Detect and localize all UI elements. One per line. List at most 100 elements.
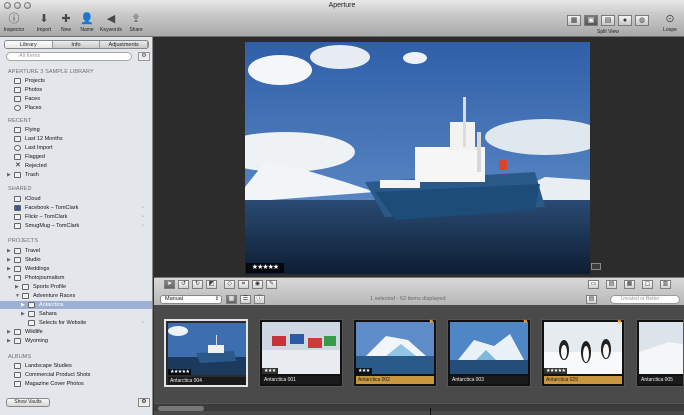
- share-button[interactable]: ⇪ Share: [124, 13, 148, 33]
- sidebar-item-antarctica[interactable]: ▶ Antarctica: [0, 301, 152, 309]
- thumbnail-caption: Antarctica 005: [639, 376, 683, 384]
- full-screen-button[interactable]: ▢: [642, 280, 653, 289]
- filmstrip-scrollbar[interactable]: [154, 403, 684, 411]
- sidebar-item-flying[interactable]: Flying: [0, 126, 152, 134]
- keywords-button[interactable]: ◀ Keywords: [99, 13, 123, 33]
- sidebar-item-projects[interactable]: Projects: [0, 77, 152, 85]
- disclosure-triangle-icon[interactable]: ▶: [15, 283, 19, 291]
- sidebar-item-last-import[interactable]: Last Import: [0, 144, 152, 152]
- disclosure-triangle-icon[interactable]: ▼: [15, 292, 20, 300]
- sidebar-item-magazine-cover-photos[interactable]: Magazine Cover Photos: [0, 380, 152, 388]
- rating-filter-field[interactable]: Unrated or Better: [610, 295, 680, 304]
- action-menu-button[interactable]: ⚙: [138, 52, 150, 61]
- minimize-window-button[interactable]: [14, 2, 21, 9]
- sidebar-item-photojournalism[interactable]: ▼ Photojournalism: [0, 274, 152, 282]
- sidebar-item-places[interactable]: Places: [0, 104, 152, 112]
- sidebar-item-travel[interactable]: ▶ Travel: [0, 247, 152, 255]
- name-button[interactable]: 👤 Name: [75, 13, 99, 33]
- filmstrip-option-button[interactable]: ▤: [606, 280, 617, 289]
- penguins-thumbnail: [544, 322, 622, 374]
- inspector-button[interactable]: ⓘ Inspector: [2, 13, 26, 33]
- viewer-option-button[interactable]: ▭: [588, 280, 599, 289]
- disclosure-triangle-icon[interactable]: ▶: [7, 265, 11, 273]
- viewer-mode-button[interactable]: [591, 263, 601, 270]
- browser-view-button[interactable]: ▥: [660, 280, 671, 289]
- main-photo[interactable]: [245, 42, 590, 274]
- zoom-window-button[interactable]: [24, 2, 31, 9]
- list-layout-button[interactable]: ☰: [240, 295, 251, 304]
- sidebar-item-icloud[interactable]: iCloud: [0, 195, 152, 203]
- brush-tool-button[interactable]: ✎: [266, 280, 277, 289]
- split-view-button[interactable]: ▣: [584, 15, 598, 26]
- filmstrip-item[interactable]: ★★★ ⚑ Antarctica 002: [353, 319, 437, 387]
- disclosure-triangle-icon[interactable]: ▼: [7, 274, 12, 282]
- tab-library[interactable]: Library: [5, 41, 53, 48]
- rotate-right-button[interactable]: ↻: [192, 280, 203, 289]
- sidebar-item-faces[interactable]: Faces: [0, 95, 152, 103]
- sidebar-item-sports-profile[interactable]: ▶ Sports Profile: [0, 283, 152, 291]
- clock-icon: [14, 145, 21, 151]
- close-window-button[interactable]: [4, 2, 11, 9]
- sidebar-item-label: Flying: [25, 127, 40, 133]
- loupe-button[interactable]: ⊙ Loupe: [658, 13, 682, 33]
- sidebar-item-adventure-races[interactable]: ▼ Adventure Races: [0, 292, 152, 300]
- sidebar-item-rejected[interactable]: ✕ Rejected: [0, 162, 152, 170]
- compare-button[interactable]: ▦: [624, 280, 635, 289]
- sidebar-item-label: Magazine Cover Photos: [25, 381, 84, 387]
- disclosure-triangle-icon[interactable]: ▶: [21, 301, 25, 309]
- rotate-right-icon: ↻: [194, 281, 201, 287]
- grid-layout-button[interactable]: ▦: [226, 295, 237, 304]
- filmstrip-item[interactable]: ★★★ Antarctica 001: [259, 319, 343, 387]
- info-icon: ⓘ: [256, 296, 263, 302]
- aperture-window: Aperture ⓘ Inspector ⬇ Import ✚ New 👤 Name ◀…: [0, 0, 684, 415]
- disclosure-triangle-icon[interactable]: ▶: [7, 328, 11, 336]
- show-info-button[interactable]: ⓘ: [254, 295, 265, 304]
- sidebar-item-wildlife[interactable]: ▶ Wildlife: [0, 328, 152, 336]
- faces-button[interactable]: ●: [618, 15, 632, 26]
- pointer-tool-button[interactable]: ➤: [164, 280, 175, 289]
- sidebar-item-studio[interactable]: ▶ Studio: [0, 256, 152, 264]
- redeye-tool-button[interactable]: ◉: [252, 280, 263, 289]
- sidebar-item-wyoming[interactable]: ▶ Wyoming: [0, 337, 152, 345]
- viewer-button[interactable]: ▤: [601, 15, 615, 26]
- disclosure-triangle-icon[interactable]: ▶: [7, 171, 11, 179]
- import-button[interactable]: ⬇ Import: [32, 13, 56, 33]
- sidebar-action-button[interactable]: ⚙: [138, 398, 150, 407]
- sidebar-item-flagged[interactable]: Flagged: [0, 153, 152, 161]
- disclosure-triangle-icon[interactable]: ▶: [21, 310, 25, 318]
- straighten-tool-button[interactable]: ◇: [224, 280, 235, 289]
- disclosure-triangle-icon[interactable]: ▶: [7, 247, 11, 255]
- places-button[interactable]: ◍: [635, 15, 649, 26]
- lift-tool-button[interactable]: ◩: [206, 280, 217, 289]
- sidebar-item-weddings[interactable]: ▶ Weddings: [0, 265, 152, 273]
- sidebar-item-facebook[interactable]: Facebook – TomClark ◔: [0, 204, 152, 212]
- crop-tool-button[interactable]: ⌗: [238, 280, 249, 289]
- filter-hud-button[interactable]: ▤: [586, 295, 597, 304]
- sidebar-item-sahara[interactable]: ▶ Sahara: [0, 310, 152, 318]
- disclosure-triangle-icon[interactable]: ▶: [7, 256, 11, 264]
- filmstrip-item[interactable]: Antarctica 005: [636, 319, 684, 387]
- smart-album-icon: [14, 127, 21, 133]
- sort-menu[interactable]: Manual ⇕: [160, 295, 222, 304]
- sidebar-item-last-12-months[interactable]: Last 12 Months: [0, 135, 152, 143]
- filmstrip-item[interactable]: ★★★★★ ⚑ Antarctica 029: [541, 319, 625, 387]
- tab-info[interactable]: Info: [52, 41, 101, 48]
- disclosure-triangle-icon[interactable]: ▶: [7, 337, 11, 345]
- sidebar-item-selects-for-website[interactable]: Selects for Website ◔: [0, 319, 152, 327]
- scrollbar-thumb[interactable]: [158, 406, 204, 411]
- tab-adjustments[interactable]: Adjustments: [100, 41, 148, 48]
- show-vaults-button[interactable]: Show Vaults: [6, 398, 50, 407]
- sidebar-item-commercial-product-shots[interactable]: Commercial Product Shots: [0, 371, 152, 379]
- grid-view-button[interactable]: ▦: [567, 15, 581, 26]
- sidebar-item-trash[interactable]: ▶ Trash: [0, 171, 152, 179]
- name-label: Name: [80, 27, 94, 33]
- sidebar-item-photos[interactable]: Photos: [0, 86, 152, 94]
- filmstrip-item[interactable]: ⚑ Antarctica 003: [447, 319, 531, 387]
- filmstrip-item[interactable]: ★★★★★ Antarctica 004: [164, 319, 248, 387]
- sidebar-item-smugmug[interactable]: SmugMug – TomClark ◔: [0, 222, 152, 230]
- sidebar-item-landscape-studies[interactable]: Landscape Studies: [0, 362, 152, 370]
- gear-icon: ⚙: [141, 53, 147, 59]
- sidebar-item-flickr[interactable]: Flickr – TomClark ◔: [0, 213, 152, 221]
- library-search-input[interactable]: All Items: [6, 52, 132, 61]
- rotate-left-button[interactable]: ↺: [178, 280, 189, 289]
